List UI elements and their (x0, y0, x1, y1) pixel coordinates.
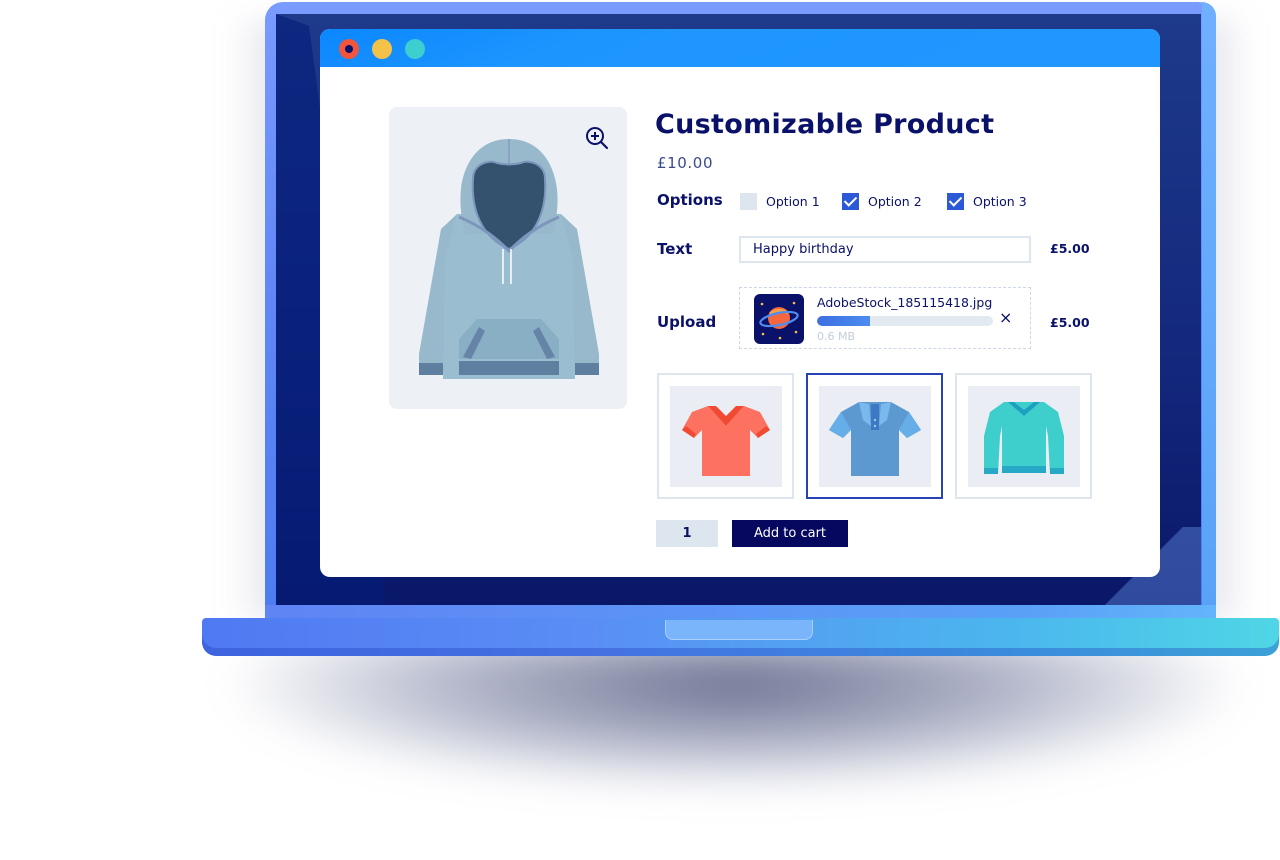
variant-sweater[interactable] (955, 373, 1092, 499)
variant-tshirt[interactable] (657, 373, 794, 499)
browser-window: Customizable Product £10.00 Options Opti… (320, 29, 1160, 577)
hoodie-image (419, 139, 599, 379)
minimize-window-button[interactable] (372, 39, 392, 59)
window-titlebar (320, 29, 1160, 67)
upload-filesize: 0.6 MB (817, 330, 856, 343)
upload-label: Upload (657, 313, 717, 331)
upload-dropzone[interactable]: AdobeStock_185115418.jpg 0.6 MB × (739, 287, 1031, 349)
text-surcharge: £5.00 (1050, 241, 1090, 256)
lid-edge (1202, 2, 1216, 620)
product-price: £10.00 (657, 154, 714, 172)
option-2-label: Option 2 (868, 194, 922, 209)
teal-sweater-icon (984, 402, 1064, 474)
quantity-input[interactable] (656, 520, 718, 547)
maximize-window-button[interactable] (405, 39, 425, 59)
upload-surcharge: £5.00 (1050, 315, 1090, 330)
remove-upload-icon[interactable]: × (999, 310, 1012, 326)
option-1-checkbox[interactable]: Option 1 (740, 193, 820, 210)
option-2-checkbox[interactable]: Option 2 (842, 193, 922, 210)
close-window-button[interactable] (339, 39, 359, 59)
add-to-cart-button[interactable]: Add to cart (732, 520, 848, 547)
option-3-checkbox[interactable]: Option 3 (947, 193, 1027, 210)
variant-polo[interactable] (806, 373, 943, 499)
text-label: Text (657, 240, 693, 258)
option-3-label: Option 3 (973, 194, 1027, 209)
laptop-shadow (230, 640, 1240, 790)
checkbox-checked[interactable] (842, 193, 859, 210)
orange-tshirt-icon (682, 406, 770, 476)
options-label: Options (657, 191, 723, 209)
uploaded-image-thumbnail (754, 294, 804, 344)
upload-progress-bar (817, 316, 993, 326)
product-image-card[interactable] (389, 107, 627, 409)
checkbox-unchecked[interactable] (740, 193, 757, 210)
product-title: Customizable Product (655, 109, 995, 140)
custom-text-input[interactable] (739, 236, 1031, 263)
upload-progress-fill (817, 316, 870, 326)
upload-filename: AdobeStock_185115418.jpg (817, 295, 993, 310)
option-1-label: Option 1 (766, 194, 820, 209)
checkbox-checked[interactable] (947, 193, 964, 210)
laptop-notch (665, 620, 813, 640)
laptop-hinge (265, 605, 1216, 619)
planet-icon (759, 301, 799, 340)
blue-polo-icon (829, 402, 921, 476)
